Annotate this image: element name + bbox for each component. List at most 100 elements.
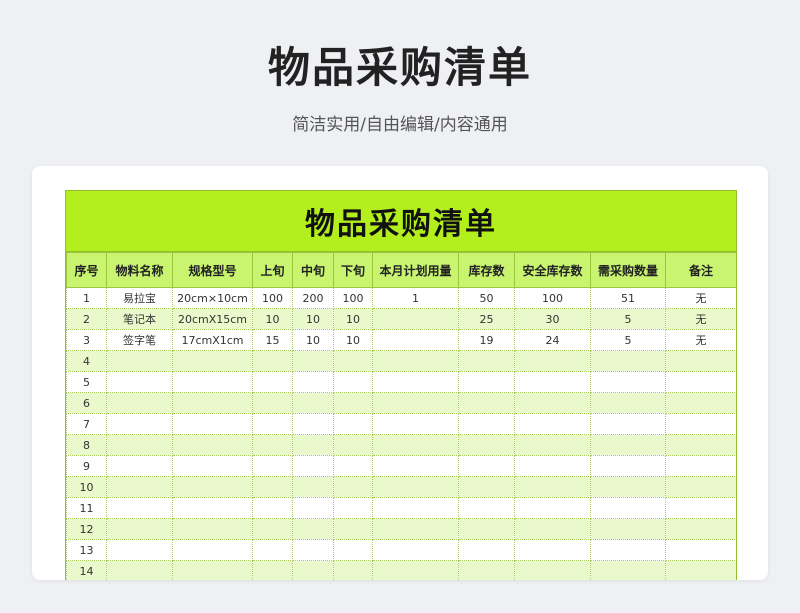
table-cell[interactable] (514, 392, 591, 414)
table-cell[interactable]: 10 (66, 476, 107, 498)
table-cell[interactable] (665, 539, 736, 561)
table-cell[interactable]: 14 (66, 560, 107, 580)
table-cell[interactable] (252, 539, 293, 561)
table-cell[interactable]: 6 (66, 392, 107, 414)
table-cell[interactable]: 19 (458, 329, 515, 351)
table-cell[interactable] (372, 371, 459, 393)
table-cell[interactable]: 50 (458, 287, 515, 309)
table-cell[interactable] (333, 413, 373, 435)
table-cell[interactable] (590, 413, 666, 435)
table-cell[interactable] (252, 476, 293, 498)
table-cell[interactable] (333, 560, 373, 580)
table-cell[interactable] (292, 392, 334, 414)
table-cell[interactable]: 无 (665, 308, 736, 330)
table-cell[interactable] (292, 518, 334, 540)
table-cell[interactable] (514, 434, 591, 456)
table-cell[interactable] (172, 539, 253, 561)
table-cell[interactable]: 笔记本 (106, 308, 173, 330)
table-cell[interactable] (458, 371, 515, 393)
table-cell[interactable] (333, 350, 373, 372)
table-cell[interactable] (458, 413, 515, 435)
table-cell[interactable] (333, 518, 373, 540)
table-cell[interactable] (106, 392, 173, 414)
table-cell[interactable] (292, 476, 334, 498)
table-cell[interactable] (665, 434, 736, 456)
table-cell[interactable] (333, 434, 373, 456)
table-cell[interactable] (172, 476, 253, 498)
table-cell[interactable] (172, 497, 253, 519)
table-cell[interactable]: 9 (66, 455, 107, 477)
table-cell[interactable] (372, 350, 459, 372)
table-cell[interactable] (172, 413, 253, 435)
table-cell[interactable] (458, 539, 515, 561)
table-cell[interactable] (372, 329, 459, 351)
table-cell[interactable]: 11 (66, 497, 107, 519)
table-cell[interactable] (172, 560, 253, 580)
table-cell[interactable] (333, 539, 373, 561)
table-cell[interactable]: 25 (458, 308, 515, 330)
table-cell[interactable] (372, 413, 459, 435)
table-cell[interactable]: 100 (333, 287, 373, 309)
column-header[interactable]: 备注 (665, 252, 736, 288)
table-cell[interactable] (458, 476, 515, 498)
table-cell[interactable] (172, 455, 253, 477)
table-cell[interactable] (172, 392, 253, 414)
table-cell[interactable] (106, 560, 173, 580)
table-cell[interactable] (372, 434, 459, 456)
table-cell[interactable] (590, 560, 666, 580)
table-cell[interactable] (106, 539, 173, 561)
table-cell[interactable]: 100 (514, 287, 591, 309)
table-cell[interactable] (372, 518, 459, 540)
table-cell[interactable] (514, 539, 591, 561)
table-cell[interactable] (106, 371, 173, 393)
table-cell[interactable] (590, 476, 666, 498)
table-cell[interactable] (372, 476, 459, 498)
column-header[interactable]: 需采购数量 (590, 252, 666, 288)
table-cell[interactable]: 8 (66, 434, 107, 456)
column-header[interactable]: 物料名称 (106, 252, 173, 288)
table-cell[interactable] (458, 350, 515, 372)
table-cell[interactable] (106, 476, 173, 498)
table-cell[interactable]: 15 (252, 329, 293, 351)
table-cell[interactable] (106, 497, 173, 519)
table-cell[interactable] (292, 497, 334, 519)
column-header[interactable]: 上旬 (252, 252, 293, 288)
table-cell[interactable] (665, 392, 736, 414)
table-cell[interactable] (252, 455, 293, 477)
table-cell[interactable]: 100 (252, 287, 293, 309)
table-cell[interactable] (665, 518, 736, 540)
table-cell[interactable] (252, 413, 293, 435)
table-cell[interactable] (292, 560, 334, 580)
column-header[interactable]: 中旬 (292, 252, 334, 288)
column-header[interactable]: 下旬 (333, 252, 373, 288)
table-cell[interactable] (514, 560, 591, 580)
table-cell[interactable] (665, 497, 736, 519)
table-cell[interactable] (458, 560, 515, 580)
table-cell[interactable] (458, 455, 515, 477)
table-cell[interactable] (106, 413, 173, 435)
table-cell[interactable] (106, 434, 173, 456)
table-cell[interactable] (252, 497, 293, 519)
table-cell[interactable] (590, 434, 666, 456)
table-cell[interactable] (333, 392, 373, 414)
table-cell[interactable] (590, 455, 666, 477)
table-cell[interactable]: 4 (66, 350, 107, 372)
table-cell[interactable] (252, 560, 293, 580)
table-cell[interactable]: 7 (66, 413, 107, 435)
table-cell[interactable] (292, 350, 334, 372)
table-cell[interactable]: 签字笔 (106, 329, 173, 351)
table-cell[interactable]: 5 (590, 329, 666, 351)
table-cell[interactable]: 10 (333, 329, 373, 351)
table-cell[interactable] (292, 434, 334, 456)
table-cell[interactable] (372, 539, 459, 561)
table-cell[interactable] (665, 350, 736, 372)
table-cell[interactable] (372, 560, 459, 580)
table-cell[interactable] (252, 518, 293, 540)
table-cell[interactable]: 2 (66, 308, 107, 330)
table-cell[interactable]: 无 (665, 287, 736, 309)
table-cell[interactable]: 10 (252, 308, 293, 330)
table-cell[interactable] (252, 434, 293, 456)
table-cell[interactable] (665, 455, 736, 477)
table-cell[interactable] (590, 518, 666, 540)
table-cell[interactable] (252, 350, 293, 372)
